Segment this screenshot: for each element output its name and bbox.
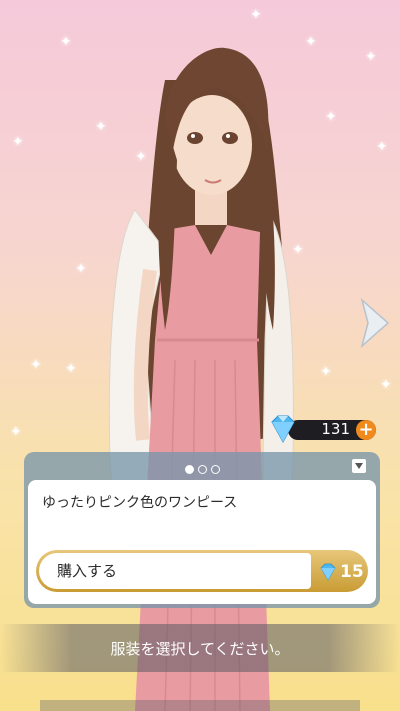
page-indicator [24, 459, 380, 478]
outfit-description-box: ゆったりピンク色のワンピース 購入する 15 [28, 480, 376, 604]
gem-counter: 131 + [266, 414, 378, 444]
price-tag: 15 [318, 550, 364, 592]
hint-text: 服装を選択してください。 [110, 640, 290, 658]
buy-button[interactable]: 購入する 15 [36, 550, 368, 592]
hint-bar: 服装を選択してください。 [0, 624, 400, 672]
plus-icon: + [358, 419, 374, 440]
sparkle: ✦ [65, 361, 77, 377]
chevron-right-icon [360, 297, 390, 349]
page-dot-active [184, 465, 194, 474]
outfit-description: ゆったりピンク色のワンピース [42, 495, 238, 511]
outfit-panel: ゆったりピンク色のワンピース 購入する 15 [24, 452, 380, 608]
collapse-panel-button[interactable] [352, 459, 366, 473]
game-screen: ✦ ✦ ✦ ✦ ✦ ✦ ✦ ✦ ✦ ✦ ✦ ✦ ✦ ✦ ✦ ✦ 131 + ゆっ… [0, 0, 400, 711]
buy-label: 購入する [57, 562, 118, 580]
sparkle: ✦ [10, 424, 22, 440]
page-dot [210, 465, 220, 474]
bottom-strip [40, 700, 360, 711]
add-gems-button[interactable]: + [356, 420, 376, 440]
sparkle: ✦ [60, 34, 72, 50]
sparkle: ✦ [12, 134, 24, 150]
sparkle: ✦ [376, 139, 388, 155]
sparkle: ✦ [250, 7, 262, 23]
sparkle: ✦ [365, 49, 377, 65]
character-illustration [108, 47, 294, 711]
sparkle: ✦ [75, 261, 87, 277]
diamond-icon [320, 563, 336, 581]
character-sprite [95, 40, 325, 711]
page-dot [197, 465, 207, 474]
sparkle: ✦ [380, 377, 392, 393]
diamond-icon [271, 415, 295, 444]
next-outfit-button[interactable] [356, 296, 392, 350]
buy-button-label-area: 購入する [39, 553, 311, 589]
gem-count: 131 [321, 420, 350, 438]
sparkle: ✦ [30, 357, 42, 373]
price-value: 15 [340, 561, 364, 582]
sparkle: ✦ [325, 109, 337, 125]
